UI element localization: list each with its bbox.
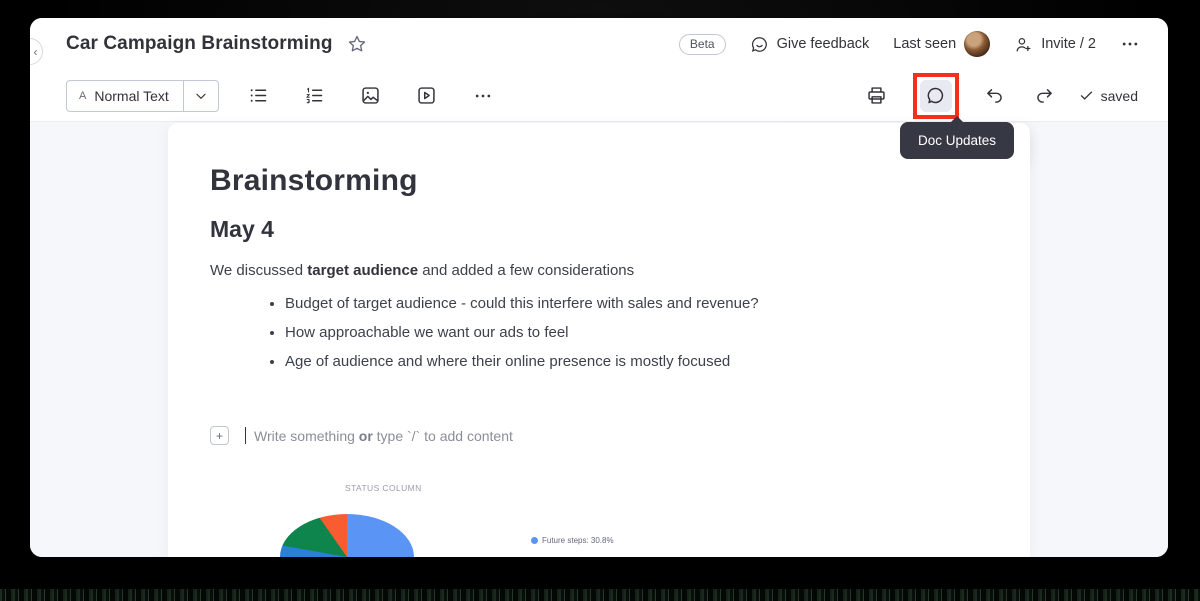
doc-subheading[interactable]: May 4 [210,216,988,243]
chart-title: STATUS COLUMN [345,483,422,493]
more-options-icon[interactable] [1120,34,1140,54]
add-block-button[interactable]: + [210,426,229,445]
numbered-list-button[interactable] [299,80,331,112]
toolbar-left: A Normal Text [66,79,499,112]
give-feedback-label: Give feedback [776,36,870,52]
chart-legend: Future steps: 30.8% [531,536,614,545]
insert-image-button[interactable] [355,80,387,112]
placeholder-text-tail: type `/` to add content [372,427,513,444]
beta-badge: Beta [678,33,726,55]
check-icon [1079,88,1094,103]
editor-toolbar: A Normal Text saved [30,70,1168,122]
doc-paragraph[interactable]: We discussed target audience and added a… [210,262,988,279]
text-cursor [245,427,246,444]
header-right-actions: Beta Give feedback Last seen Invite / 2 [678,31,1140,57]
toolbar-right: saved [861,72,1138,119]
sidebar-collapse-button[interactable]: ‹ [30,38,43,65]
add-content-row[interactable]: + Write something or type `/` to add con… [210,426,988,445]
chevron-down-icon[interactable] [184,89,218,103]
print-button[interactable] [861,80,893,112]
list-item[interactable]: How approachable we want our ads to feel [285,318,988,347]
legend-label: Future steps: 30.8% [542,536,614,545]
paragraph-bold-text: target audience [307,262,419,279]
list-item[interactable]: Budget of target audience - could this i… [285,289,988,318]
invite-button[interactable]: Invite / 2 [1014,35,1096,54]
give-feedback-button[interactable]: Give feedback [750,35,870,54]
insert-video-button[interactable] [411,80,443,112]
last-seen-label: Last seen [893,36,957,52]
desktop-bottom-strip [0,589,1200,601]
highlight-red-box [912,72,959,119]
redo-button[interactable] [1029,80,1061,112]
star-favorite-icon[interactable] [347,34,367,54]
legend-color-dot [531,537,538,544]
avatar[interactable] [964,31,991,57]
tooltip-label: Doc Updates [918,133,997,148]
doc-window: ‹ Car Campaign Brainstorming Beta Give f… [30,18,1168,557]
text-style-dropdown[interactable]: A Normal Text [66,79,219,112]
paragraph-text-tail: and added a few considerations [418,262,635,279]
doc-title[interactable]: Car Campaign Brainstorming [66,33,333,55]
embedded-chart-widget[interactable]: STATUS COLUMN Future steps: 30.8% [210,474,988,557]
title-group: Car Campaign Brainstorming [66,33,367,55]
feedback-smile-bubble-icon [750,35,769,54]
doc-content-area: Doc Updates Brainstorming May 4 We discu… [30,116,1168,557]
person-plus-icon [1014,35,1033,54]
doc-header: ‹ Car Campaign Brainstorming Beta Give f… [30,18,1168,70]
saved-label: saved [1100,87,1138,104]
more-formatting-icon[interactable] [467,80,499,112]
undo-button[interactable] [979,80,1011,112]
list-item[interactable]: Age of audience and where their online p… [285,347,988,376]
bullet-list-button[interactable] [243,80,275,112]
doc-heading[interactable]: Brainstorming [210,163,988,199]
save-status: saved [1079,88,1138,104]
status-pie-chart[interactable] [280,514,414,557]
last-seen-group[interactable]: Last seen [893,31,991,57]
text-style-a-icon: A [79,89,87,102]
document-page[interactable]: Brainstorming May 4 We discussed target … [168,123,1030,557]
paragraph-text: We discussed [210,262,308,279]
bullet-list: Budget of target audience - could this i… [210,289,988,376]
placeholder-bold-text: or [358,427,373,444]
placeholder-text: Write something [254,427,359,444]
invite-label: Invite / 2 [1041,36,1096,52]
doc-updates-comment-button[interactable] [919,79,952,112]
editor-placeholder[interactable]: Write something or type `/` to add conte… [254,428,513,444]
text-style-label: Normal Text [94,87,169,104]
doc-updates-tooltip: Doc Updates [900,116,1015,159]
